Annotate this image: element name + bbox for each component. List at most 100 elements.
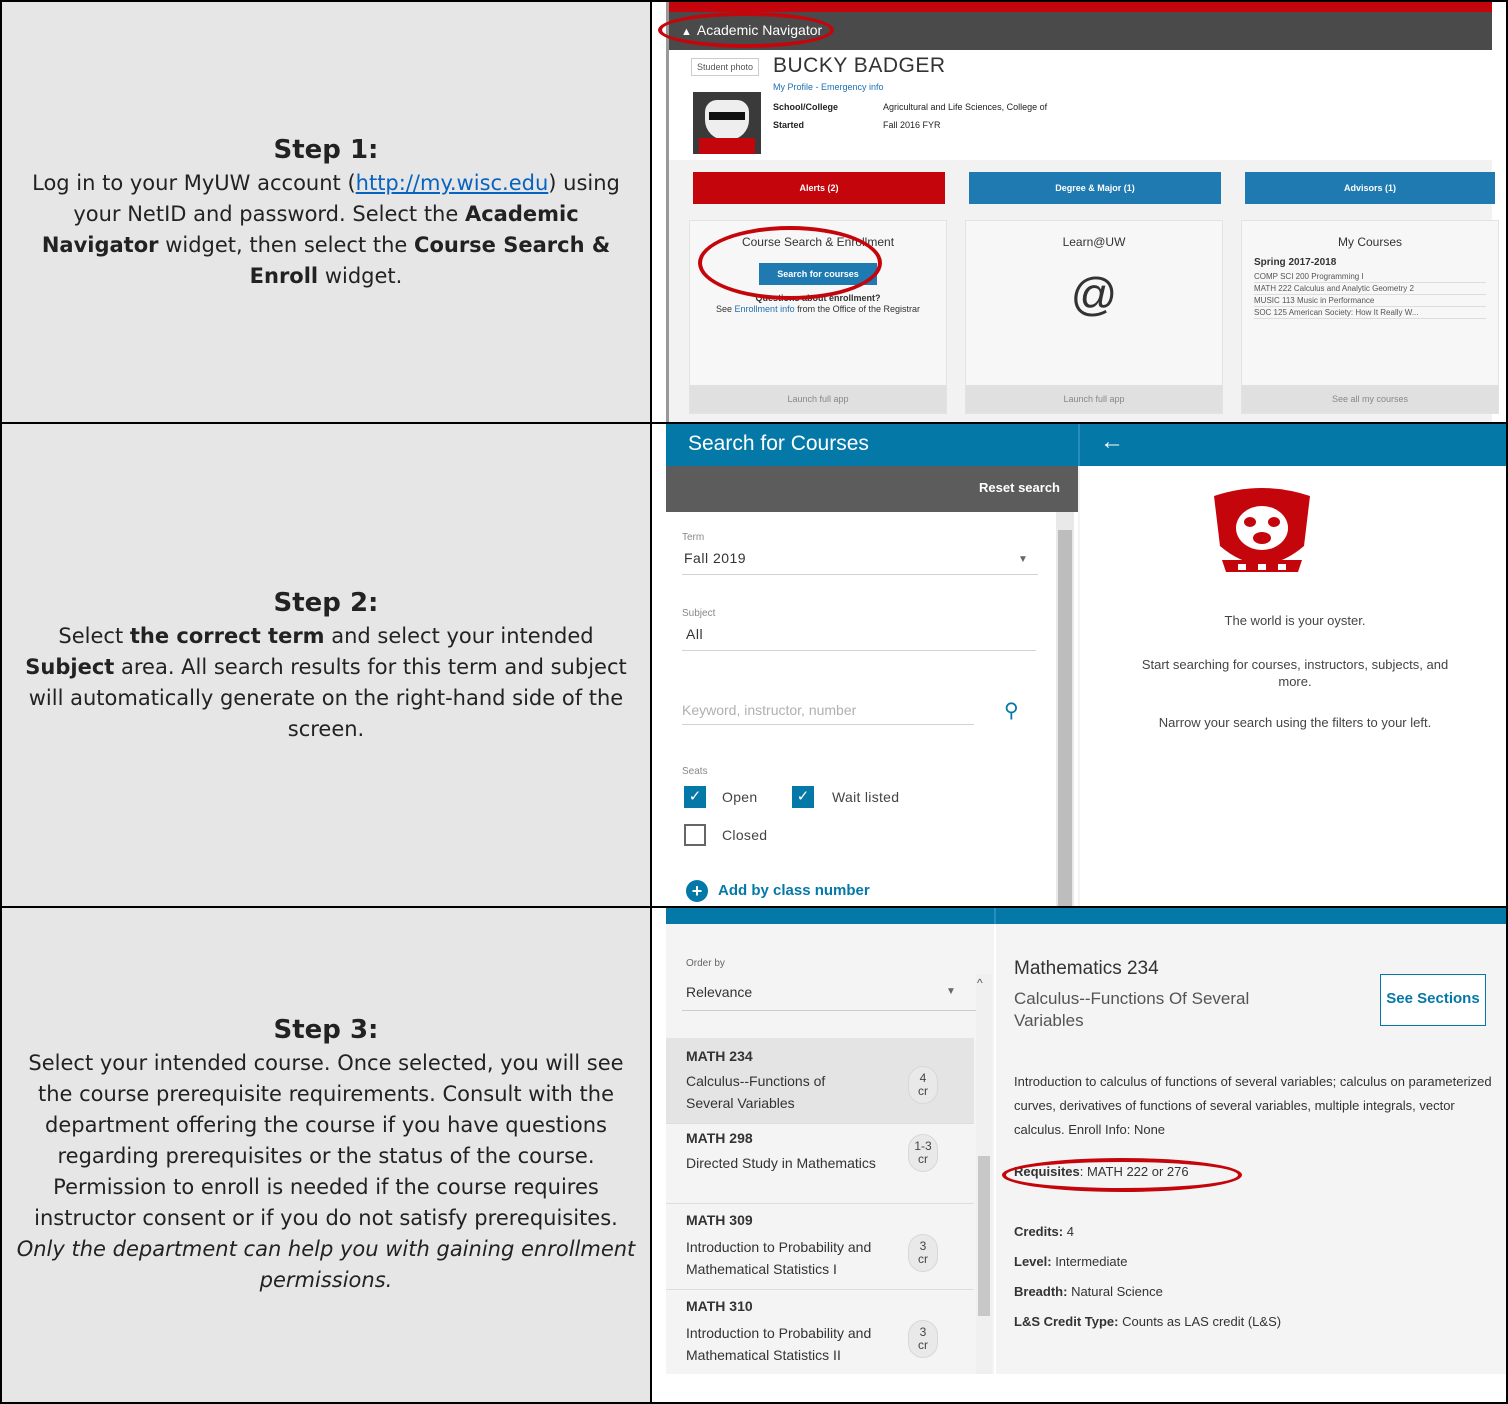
- step-3-text: Select your intended course. Once select…: [16, 1048, 636, 1296]
- results-list-panel: Order by Relevance ▼ MATH 234 Calculus--…: [666, 924, 994, 1374]
- course-name: Introduction to Probability and Mathemat…: [686, 1239, 872, 1277]
- step-2-instructions: Step 2: Select the correct term and sele…: [2, 424, 652, 908]
- course-result-math-310[interactable]: MATH 310 Introduction to Probability and…: [666, 1290, 974, 1374]
- course-name: Calculus--Functions of Several Variables: [686, 1073, 826, 1111]
- student-profile: Student photo BUCKY BADGER My Profile - …: [669, 50, 1492, 160]
- open-label: Open: [722, 789, 758, 805]
- profile-links[interactable]: My Profile - Emergency info: [773, 82, 884, 92]
- instruction-table: Step 1: Log in to your MyUW account (htt…: [0, 0, 1508, 1404]
- text-fragment: from the Office of the Registrar: [794, 304, 920, 314]
- text-fragment: widget, then select the: [158, 232, 415, 257]
- list-item[interactable]: SOC 125 American Society: How It Really …: [1254, 307, 1486, 319]
- advisors-button[interactable]: Advisors (1): [1245, 172, 1495, 204]
- scrollbar-thumb[interactable]: [978, 1156, 990, 1316]
- text-fragment: and select your intended: [324, 623, 594, 648]
- myuw-link[interactable]: http://my.wisc.edu: [356, 171, 549, 195]
- launch-full-app[interactable]: Launch full app: [966, 385, 1222, 413]
- breadth-value: Natural Science: [1067, 1284, 1163, 1299]
- ls-credit-label: L&S Credit Type:: [1014, 1314, 1119, 1329]
- credits: Credits: 4: [1014, 1224, 1074, 1239]
- step-1-row: Step 1: Log in to your MyUW account (htt…: [0, 0, 1508, 424]
- search-icon[interactable]: ⚲: [1004, 698, 1019, 723]
- credits-unit: cr: [918, 1338, 928, 1352]
- step-3-heading: Step 3:: [273, 1014, 379, 1045]
- subject-label: Subject: [682, 608, 716, 619]
- caret-down-icon[interactable]: ▼: [1018, 554, 1028, 565]
- step-2-screenshot: Search for Courses ← Reset search Term F…: [654, 424, 1506, 908]
- see-all-courses[interactable]: See all my courses: [1242, 385, 1498, 413]
- course-detail-panel: Mathematics 234 Calculus--Functions Of S…: [996, 924, 1506, 1374]
- keyword-input[interactable]: Keyword, instructor, number: [682, 702, 856, 718]
- results-panel: The world is your oyster. Start searchin…: [1080, 466, 1506, 908]
- waitlisted-checkbox[interactable]: ✓: [792, 786, 814, 808]
- step-1-screenshot: ▲ Academic Navigator Student photo BUCKY …: [654, 2, 1506, 424]
- course-result-math-309[interactable]: MATH 309 Introduction to Probability and…: [666, 1204, 974, 1290]
- credits-badge: 3 cr: [908, 1234, 938, 1272]
- breadth-label: Breadth:: [1014, 1284, 1068, 1299]
- alerts-button[interactable]: Alerts (2): [693, 172, 945, 204]
- seats-label: Seats: [682, 766, 708, 777]
- launch-full-app[interactable]: Launch full app: [690, 385, 946, 413]
- chevron-up-icon[interactable]: ^: [977, 976, 983, 990]
- term-select[interactable]: Fall 2019: [684, 550, 746, 566]
- course-result-math-298[interactable]: MATH 298 Directed Study in Mathematics 1…: [666, 1124, 974, 1204]
- italic-text: Only the department can help you with ga…: [16, 1236, 636, 1292]
- open-checkbox[interactable]: ✓: [684, 786, 706, 808]
- course-result-math-234[interactable]: MATH 234 Calculus--Functions of Several …: [666, 1038, 974, 1124]
- list-item[interactable]: MUSIC 113 Music in Performance: [1254, 295, 1486, 307]
- caret-down-icon[interactable]: ▼: [946, 986, 956, 997]
- waitlisted-label: Wait listed: [832, 789, 900, 805]
- step-2-text: Select the correct term and select your …: [16, 621, 636, 745]
- course-title: Mathematics 234: [1014, 958, 1159, 979]
- started-label: Started: [773, 120, 805, 130]
- reset-search-button[interactable]: Reset search: [666, 466, 1078, 512]
- search-title: Search for Courses: [688, 432, 869, 455]
- learn-uw-card: Learn@UW @ Launch full app: [965, 220, 1223, 414]
- ls-credit-type: L&S Credit Type: Counts as LAS credit (L…: [1014, 1314, 1281, 1329]
- bold-text: Subject: [25, 654, 115, 679]
- narrow-message: Narrow your search using the filters to …: [1158, 715, 1432, 730]
- credits-value: 4: [1063, 1224, 1074, 1239]
- list-item[interactable]: MATH 222 Calculus and Analytic Geometry …: [1254, 283, 1486, 295]
- see-sections-button[interactable]: See Sections: [1380, 974, 1486, 1026]
- course-name: Introduction to Probability and Mathemat…: [686, 1325, 872, 1363]
- subject-select[interactable]: All: [686, 626, 703, 642]
- term-label: Term: [682, 532, 705, 543]
- list-item[interactable]: COMP SCI 200 Programming I: [1254, 271, 1486, 283]
- step-3-screenshot: Order by Relevance ▼ MATH 234 Calculus--…: [654, 908, 1506, 1402]
- term-label: Spring 2017-2018: [1254, 257, 1337, 268]
- school-row: School/College Agricultural and Life Scie…: [773, 102, 1047, 112]
- text-fragment: widget.: [318, 263, 403, 288]
- breadth: Breadth: Natural Science: [1014, 1284, 1163, 1299]
- course-code: MATH 234: [686, 1048, 753, 1064]
- arrow-left-icon[interactable]: ←: [1100, 428, 1124, 456]
- enrollment-info-link[interactable]: Enrollment info: [735, 304, 795, 314]
- results-header-bar: [666, 908, 1506, 924]
- add-icon[interactable]: +: [686, 880, 708, 902]
- course-code: MATH 298: [686, 1130, 753, 1146]
- subject-underline: [682, 650, 1036, 651]
- course-detail-screenshot: Order by Relevance ▼ MATH 234 Calculus--…: [666, 908, 1506, 1402]
- level: Level: Intermediate: [1014, 1254, 1127, 1269]
- text-fragment: Log in to your MyUW account (: [32, 170, 356, 195]
- degree-major-button[interactable]: Degree & Major (1): [969, 172, 1221, 204]
- order-by-select[interactable]: Relevance: [686, 984, 752, 1000]
- credits-badge: 3 cr: [908, 1320, 938, 1358]
- term-underline: [682, 574, 1038, 575]
- text-fragment: Select your intended course. Once select…: [28, 1050, 624, 1230]
- filters-panel: Term Fall 2019 ▼ Subject All Keyword, in…: [666, 512, 1078, 908]
- credits-unit: cr: [918, 1152, 928, 1166]
- oyster-message: The world is your oyster.: [1224, 613, 1366, 628]
- level-label: Level:: [1014, 1254, 1052, 1269]
- credits-unit: cr: [918, 1084, 928, 1098]
- order-underline: [682, 1010, 976, 1011]
- course-subtitle: Calculus--Functions Of Several Variables: [1014, 989, 1250, 1030]
- student-photo-label: Student photo: [691, 58, 760, 76]
- text-fragment: Select: [58, 623, 130, 648]
- add-by-class-number-link[interactable]: Add by class number: [718, 882, 870, 899]
- closed-checkbox[interactable]: [684, 824, 706, 846]
- scrollbar-thumb[interactable]: [1058, 530, 1072, 908]
- keyword-underline: [682, 724, 974, 725]
- highlight-oval: [1002, 1158, 1242, 1192]
- school-label: School/College: [773, 102, 839, 112]
